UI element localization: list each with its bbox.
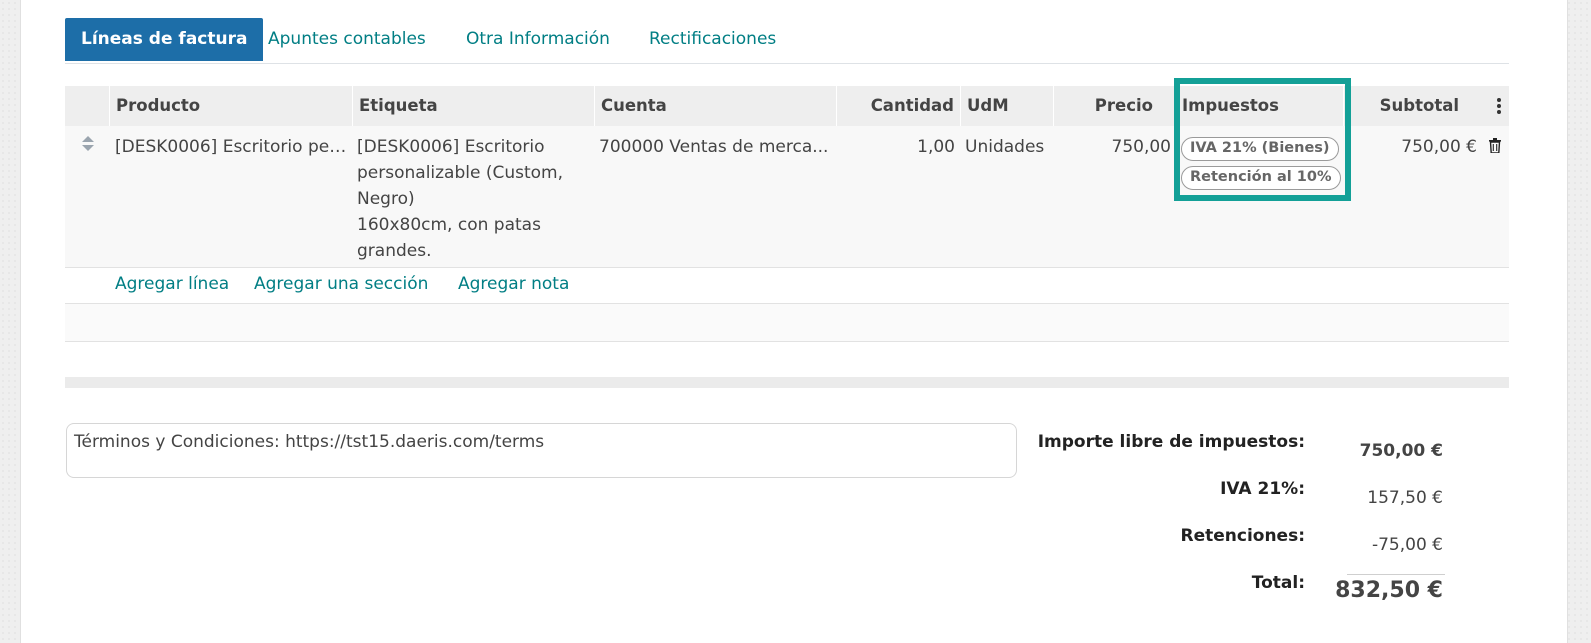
cell-subtotal: 750,00 € <box>1401 137 1477 157</box>
section-separator <box>65 377 1509 388</box>
cell-udm[interactable]: Unidades <box>965 134 1053 160</box>
notebook-tabs: Líneas de factura Apuntes contables Otra… <box>65 18 1509 64</box>
column-header-subtotal[interactable]: Subtotal <box>1343 86 1485 126</box>
untaxed-amount-label: Importe libre de impuestos: <box>1037 432 1305 452</box>
iva-value: 157,50 € <box>1367 488 1443 508</box>
invoice-form-sheet: Líneas de factura Apuntes contables Otra… <box>20 0 1568 643</box>
total-divider <box>1347 574 1445 575</box>
retenciones-value: -75,00 € <box>1371 535 1443 555</box>
cell-precio[interactable]: 750,00 <box>1053 134 1171 160</box>
total-label: Total: <box>1251 573 1305 593</box>
terms-and-conditions-field[interactable]: Términos y Condiciones: https://tst15.da… <box>66 423 1017 478</box>
tab-apuntes-contables[interactable]: Apuntes contables <box>268 18 426 61</box>
add-note-link[interactable]: Agregar nota <box>458 274 569 294</box>
cell-cuenta[interactable]: 700000 Ventas de merca... <box>599 134 831 160</box>
cell-impuestos[interactable]: IVA 21% (Bienes) Retención al 10% <box>1181 133 1343 191</box>
etiqueta-line: grandes. <box>357 241 432 261</box>
column-header-udm[interactable]: UdM <box>960 86 1053 126</box>
column-header-precio[interactable]: Precio <box>1053 86 1159 126</box>
add-line-link[interactable]: Agregar línea <box>115 274 229 294</box>
empty-row <box>65 304 1509 342</box>
tax-tag[interactable]: IVA 21% (Bienes) <box>1181 137 1339 161</box>
etiqueta-line: 160x80cm, con patas <box>357 215 541 235</box>
delete-line-trash-icon[interactable] <box>1489 138 1501 153</box>
tab-lineas-factura[interactable]: Líneas de factura <box>65 18 264 61</box>
etiqueta-line: Negro) <box>357 189 415 209</box>
untaxed-amount-value: 750,00 € <box>1359 441 1443 461</box>
column-header-cantidad[interactable]: Cantidad <box>836 86 960 126</box>
optional-columns-menu-icon[interactable] <box>1497 98 1501 114</box>
tax-tag[interactable]: Retención al 10% <box>1181 166 1341 190</box>
table-row[interactable]: [DESK0006] Escritorio per... [DESK0006] … <box>65 126 1509 268</box>
etiqueta-line: [DESK0006] Escritorio <box>357 137 545 157</box>
column-header-producto[interactable]: Producto <box>109 86 352 126</box>
add-line-controls: Agregar línea Agregar una sección Agrega… <box>65 268 1509 304</box>
drag-handle-icon[interactable] <box>81 136 95 154</box>
retenciones-label: Retenciones: <box>1180 526 1305 546</box>
column-header-impuestos[interactable]: Impuestos <box>1175 86 1343 126</box>
etiqueta-line: personalizable (Custom, <box>357 163 564 183</box>
column-header-etiqueta[interactable]: Etiqueta <box>352 86 594 126</box>
tab-rectificaciones[interactable]: Rectificaciones <box>649 18 776 61</box>
cell-producto[interactable]: [DESK0006] Escritorio per... <box>115 134 347 160</box>
iva-label: IVA 21%: <box>1220 479 1305 499</box>
add-section-link[interactable]: Agregar una sección <box>254 274 428 294</box>
tab-otra-informacion[interactable]: Otra Información <box>466 18 610 61</box>
cell-cantidad[interactable]: 1,00 <box>836 134 955 160</box>
column-header-cuenta[interactable]: Cuenta <box>594 86 836 126</box>
cell-etiqueta[interactable]: [DESK0006] Escritorio personalizable (Cu… <box>357 134 589 264</box>
invoice-lines-header: Producto Etiqueta Cuenta Cantidad UdM Pr… <box>65 86 1509 126</box>
total-value: 832,50 € <box>1335 578 1443 603</box>
